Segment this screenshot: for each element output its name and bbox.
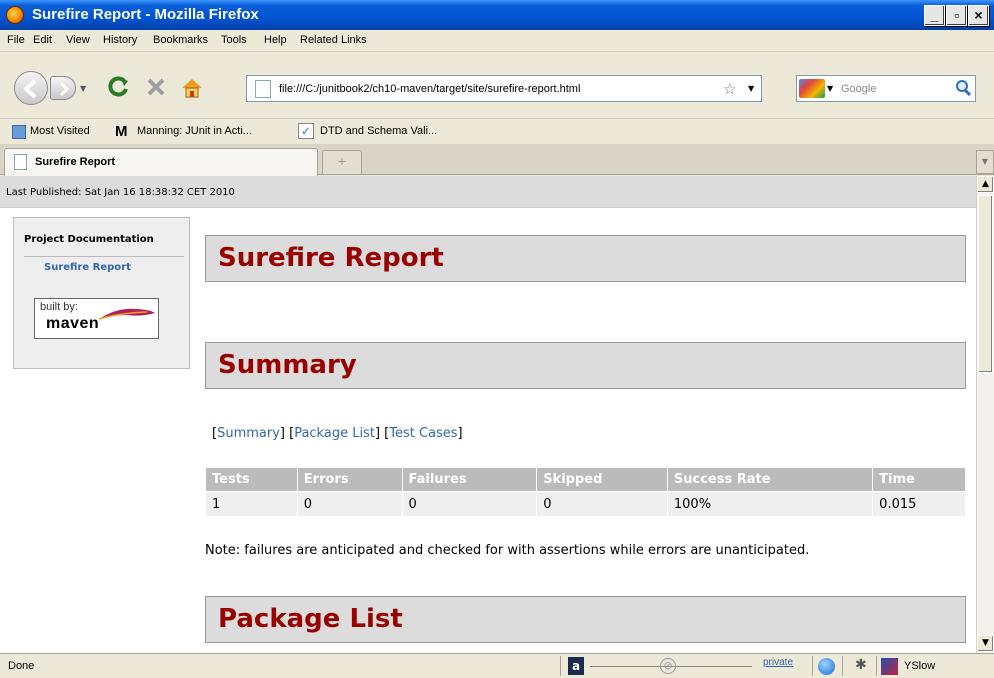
column-header: Success Rate	[667, 468, 873, 491]
summary-header: Summary	[205, 342, 966, 389]
bug-icon[interactable]: ✱	[855, 657, 867, 673]
forward-button[interactable]	[50, 76, 76, 100]
menu-help[interactable]: Help	[264, 34, 287, 46]
vertical-scrollbar[interactable]: ▲ ▼	[976, 176, 994, 653]
column-header: Skipped	[537, 468, 667, 491]
status-divider	[876, 656, 877, 676]
firefox-logo-icon	[6, 6, 24, 24]
cell-success-rate: 100%	[667, 492, 873, 516]
column-header: Failures	[402, 468, 537, 491]
table-header-row: Tests Errors Failures Skipped Success Ra…	[206, 468, 965, 491]
link-test-cases[interactable]: Test Cases	[389, 426, 457, 441]
menu-file[interactable]: File	[7, 34, 25, 46]
scroll-thumb[interactable]	[978, 195, 993, 373]
close-button[interactable]: ×	[968, 5, 989, 26]
most-visited-icon	[12, 125, 26, 139]
reload-icon[interactable]	[106, 74, 132, 100]
bookmark-star-icon[interactable]: ☆	[723, 80, 736, 98]
menu-bookmarks[interactable]: Bookmarks	[153, 34, 208, 46]
sidebar-divider	[24, 256, 184, 257]
link-package-list[interactable]: Package List	[294, 426, 375, 441]
search-icon[interactable]	[953, 78, 973, 101]
publish-banner: Last Published: Sat Jan 16 18:38:32 CET …	[0, 176, 976, 208]
google-engine-icon[interactable]	[799, 79, 825, 98]
menu-view[interactable]: View	[66, 34, 90, 46]
home-icon[interactable]	[179, 75, 205, 101]
cell-skipped: 0	[537, 492, 667, 516]
stop-icon[interactable]	[143, 74, 169, 100]
maximize-button[interactable]: ▫	[946, 5, 967, 26]
badge-built-by: built by:	[40, 301, 78, 313]
link-summary[interactable]: Summary	[217, 426, 280, 441]
status-text: Done	[8, 660, 35, 672]
tab-surefire-report[interactable]: Surefire Report	[4, 148, 318, 176]
report-title-header: Surefire Report	[205, 235, 966, 282]
blocked-icon[interactable]: ⊘	[660, 658, 676, 674]
menu-tools[interactable]: Tools	[221, 34, 247, 46]
minimize-button[interactable]: _	[924, 5, 945, 26]
window-title-bar: Surefire Report - Mozilla Firefox _ ▫ ×	[0, 0, 994, 30]
menu-history[interactable]: History	[103, 34, 137, 46]
manning-icon: M	[115, 123, 128, 140]
sidebar-link-surefire-report[interactable]: Surefire Report	[44, 262, 131, 273]
engine-dropdown-icon[interactable]: ▼	[827, 84, 833, 93]
column-header: Time	[873, 468, 965, 491]
page-content: Last Published: Sat Jan 16 18:38:32 CET …	[0, 176, 976, 653]
table-row: 1 0 0 0 100% 0.015	[206, 492, 965, 516]
url-text[interactable]: file:///C:/junitbook2/ch10-maven/target/…	[279, 83, 580, 95]
back-arrow-icon	[22, 79, 37, 99]
search-placeholder[interactable]: Google	[841, 83, 876, 95]
bookmark-manning[interactable]: Manning: JUnit in Acti...	[137, 125, 252, 137]
tab-title[interactable]: Surefire Report	[35, 156, 115, 168]
blue-circle-icon[interactable]	[818, 658, 835, 675]
url-dropdown-icon[interactable]: ▼	[748, 84, 754, 93]
menu-edit[interactable]: Edit	[33, 34, 52, 46]
search-box[interactable]: ▼ Google	[796, 75, 976, 102]
window-title: Surefire Report - Mozilla Firefox	[32, 6, 259, 23]
column-header: Tests	[206, 468, 297, 491]
back-button[interactable]	[14, 71, 48, 105]
status-divider	[842, 656, 843, 676]
sidebar-heading: Project Documentation	[24, 234, 154, 245]
cell-tests: 1	[206, 492, 297, 516]
scroll-up-arrow-icon[interactable]: ▲	[977, 176, 994, 193]
cell-failures: 0	[402, 492, 537, 516]
page-icon	[255, 80, 271, 98]
last-published-text: Last Published: Sat Jan 16 18:38:32 CET …	[6, 187, 235, 198]
built-by-maven-badge[interactable]: built by: maven	[34, 298, 159, 339]
bookmark-most-visited[interactable]: Most Visited	[30, 125, 90, 137]
new-tab-button[interactable]: +	[322, 150, 362, 174]
bookmarks-toolbar: Most Visited M Manning: JUnit in Acti...…	[0, 118, 994, 144]
bookmark-dtd-schema[interactable]: DTD and Schema Vali...	[320, 125, 437, 137]
yslow-icon[interactable]	[881, 658, 898, 675]
page-title: Surefire Report	[218, 243, 444, 273]
menu-bar: File Edit View History Bookmarks Tools H…	[0, 30, 994, 52]
status-bar: Done a ⊘ private ✱ YSlow	[0, 653, 994, 678]
tab-list-dropdown-icon[interactable]: ▼	[976, 150, 994, 174]
status-divider	[812, 656, 813, 676]
column-header: Errors	[297, 468, 402, 491]
maven-feather-icon	[98, 308, 155, 320]
summary-table: Tests Errors Failures Skipped Success Ra…	[205, 467, 966, 517]
summary-title: Summary	[218, 350, 357, 380]
package-list-title: Package List	[218, 604, 403, 634]
badge-maven: maven	[46, 315, 100, 332]
url-bar[interactable]: file:///C:/junitbook2/ch10-maven/target/…	[246, 75, 762, 102]
status-divider	[560, 656, 561, 676]
cell-errors: 0	[297, 492, 402, 516]
menu-related-links[interactable]: Related Links	[300, 34, 367, 46]
sidebar-menu: Project Documentation Surefire Report bu…	[13, 217, 190, 369]
history-dropdown-icon[interactable]: ▼	[80, 84, 86, 93]
private-label[interactable]: private	[763, 657, 793, 668]
scroll-down-arrow-icon[interactable]: ▼	[977, 635, 994, 652]
addon-status-icon[interactable]: a	[568, 657, 584, 675]
forward-arrow-icon	[59, 81, 70, 97]
page-icon	[14, 154, 27, 170]
note-text: Note: failures are anticipated and check…	[205, 543, 810, 558]
section-links: [Summary] [Package List] [Test Cases]	[212, 426, 463, 441]
cell-time: 0.015	[873, 492, 965, 516]
checkmark-icon: ✓	[298, 123, 314, 139]
yslow-label[interactable]: YSlow	[904, 660, 935, 672]
package-list-header: Package List	[205, 596, 966, 643]
